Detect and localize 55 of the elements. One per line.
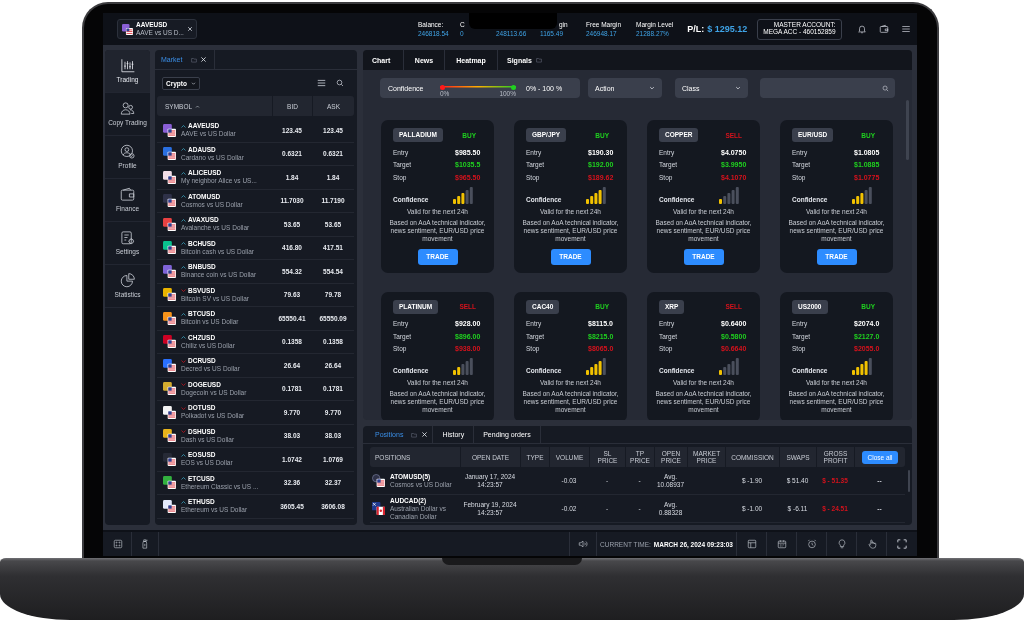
- scrollbar[interactable]: [908, 470, 910, 492]
- coin-flag-icon: [372, 474, 385, 487]
- coin-flag-icon: [163, 452, 176, 466]
- coin-flag-icon: [163, 264, 176, 278]
- flag-pair-icon: [372, 502, 385, 515]
- coin-flag-icon: [163, 217, 176, 231]
- wallet-icon[interactable]: [879, 24, 889, 34]
- pie-chart-icon: [120, 273, 135, 288]
- lightbulb-icon[interactable]: [836, 539, 847, 549]
- chart-icon: [120, 58, 135, 73]
- alarm-clock-icon[interactable]: [806, 539, 817, 549]
- clipboard-gear-icon: [120, 230, 135, 245]
- coin-flag-icon: [163, 288, 176, 302]
- close-icon[interactable]: [186, 26, 193, 32]
- menu-icon[interactable]: [901, 24, 911, 34]
- search-field[interactable]: [760, 78, 895, 98]
- caret-icon: [190, 80, 196, 86]
- dots-square-icon[interactable]: [113, 539, 123, 549]
- fullscreen-icon[interactable]: [897, 539, 907, 549]
- wallet-icon: [120, 187, 135, 202]
- calendar-icon[interactable]: [776, 539, 787, 549]
- search-icon[interactable]: [336, 79, 344, 87]
- coin-flag-icon: [163, 241, 176, 255]
- coin-flag-icon: [163, 335, 176, 349]
- pl-label: P/L:: [687, 24, 705, 34]
- pl-value: $ 1295.12: [707, 24, 748, 34]
- coin-flag-icon: [163, 311, 176, 325]
- range-slider-track[interactable]: [440, 84, 516, 90]
- users-icon: [120, 101, 135, 116]
- bell-icon[interactable]: [857, 24, 867, 34]
- spray-bottle-icon[interactable]: [140, 539, 150, 549]
- hand-pointer-icon[interactable]: [866, 539, 877, 549]
- close-icon[interactable]: [421, 431, 429, 438]
- coin-flag-icon: [163, 476, 176, 490]
- coin-flag-icon: [163, 358, 176, 372]
- speaker-icon[interactable]: [578, 539, 588, 549]
- user-check-icon: [120, 144, 135, 159]
- sort-caret-icon[interactable]: [195, 104, 201, 108]
- coin-flag-icon: [163, 405, 176, 419]
- coin-flag-icon: [163, 170, 176, 184]
- coin-flag-icon: [122, 23, 133, 35]
- coin-flag-icon: [163, 429, 176, 443]
- coin-flag-icon: [163, 123, 176, 137]
- slider-handle[interactable]: [440, 84, 445, 90]
- search-icon[interactable]: [882, 84, 889, 92]
- layout-icon[interactable]: [746, 539, 757, 549]
- coin-flag-icon: [163, 382, 176, 396]
- coin-flag-icon: [163, 194, 176, 208]
- slider-handle[interactable]: [511, 84, 516, 90]
- coin-flag-icon: [163, 147, 176, 161]
- coin-flag-icon: [163, 499, 176, 513]
- close-icon[interactable]: [200, 56, 208, 63]
- list-icon[interactable]: [317, 79, 326, 87]
- caret-icon: [649, 85, 655, 91]
- caret-icon: [735, 85, 741, 91]
